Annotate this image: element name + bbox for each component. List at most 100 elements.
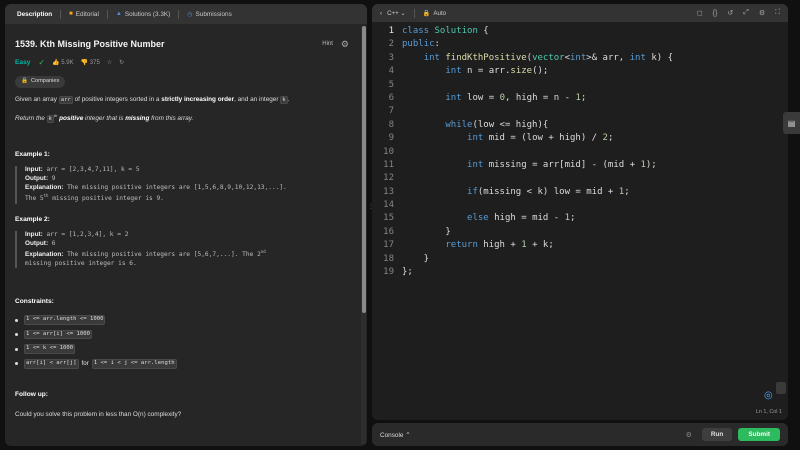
app-root: Description ■ Editorial ▲ Solutions (3.3K)… bbox=[0, 0, 800, 450]
list-item: 1 <= arr.length <= 1000 bbox=[15, 315, 349, 325]
problem-panel: Description ■ Editorial ▲ Solutions (3.3K)… bbox=[5, 4, 367, 446]
hint-area: Hint ⚙ bbox=[322, 38, 349, 50]
editor-scrollbar[interactable] bbox=[776, 382, 786, 394]
problem-title[interactable]: 1539. Kth Missing Positive Number bbox=[15, 38, 165, 50]
code-line[interactable]: 18 } bbox=[372, 254, 788, 267]
star-icon[interactable]: ☆ bbox=[107, 59, 112, 67]
line-number: 3 bbox=[388, 52, 394, 63]
list-item: 1 <= arr[i] <= 1000 bbox=[15, 329, 349, 340]
bullet bbox=[15, 333, 18, 337]
code-brackets-icon: ‹ bbox=[380, 9, 383, 17]
autosave-mode[interactable]: Auto bbox=[433, 10, 446, 17]
code-line[interactable]: 17 return high + 1 + k; bbox=[372, 240, 788, 253]
toolbar-separator bbox=[413, 8, 415, 18]
chat-icon[interactable]: ◎ bbox=[764, 390, 773, 401]
console-toggle[interactable]: Console ⌃ bbox=[380, 431, 411, 439]
code-text: else high = mid - 1; bbox=[467, 213, 576, 224]
code-line[interactable]: 8 while(low <= high){ bbox=[372, 120, 788, 133]
line-number: 4 bbox=[388, 66, 394, 77]
history-icon: ◷ bbox=[187, 11, 193, 18]
followup-heading: Follow up: bbox=[15, 390, 48, 398]
line-number: 18 bbox=[383, 253, 394, 264]
cloud-icon[interactable]: ⚙ bbox=[686, 431, 692, 439]
code-text: if(missing < k) low = mid + 1; bbox=[467, 186, 630, 197]
description-paragraph: Given an array arr of positive integers … bbox=[15, 96, 290, 104]
expand-icon[interactable]: ⤢ bbox=[743, 9, 749, 17]
code-line[interactable]: 13 if(missing < k) low = mid + 1; bbox=[372, 187, 788, 200]
code-text: int mid = (low + high) / 2; bbox=[467, 133, 614, 144]
fullscreen-icon[interactable]: ⛶ bbox=[775, 9, 780, 17]
code-line[interactable]: 3 int findKthPositive(vector<int>& arr, … bbox=[372, 53, 788, 66]
like-button[interactable]: 👍 5.9K bbox=[52, 59, 74, 67]
code-panel: ‹ C++ ⌄ 🔒 Auto ◻ {} ↺ ⤢ ⚙ ⛶ 1 class Solut… bbox=[372, 4, 788, 420]
thumbs-down-icon: 👎 bbox=[80, 59, 89, 66]
code-text: class Solution { bbox=[402, 26, 489, 36]
tab-submissions[interactable]: ◷ Submissions bbox=[179, 4, 239, 24]
thumbs-up-icon: 👍 bbox=[52, 59, 60, 66]
code-text: }; bbox=[402, 267, 413, 278]
line-number: 19 bbox=[383, 267, 394, 278]
settings-icon[interactable]: ⚙ bbox=[341, 38, 349, 50]
code-line[interactable]: 10 bbox=[372, 147, 788, 160]
line-number: 8 bbox=[388, 119, 394, 130]
code-text: return high + 1 + k; bbox=[445, 240, 554, 251]
solved-check-icon: ✓ bbox=[38, 57, 46, 67]
code-line[interactable]: 4 int n = arr.size(); bbox=[372, 66, 788, 79]
code-text: while(low <= high){ bbox=[445, 119, 549, 130]
line-number: 13 bbox=[383, 186, 394, 197]
code-line[interactable]: 16 } bbox=[372, 227, 788, 240]
list-item: arr[i] < arr[j] for 1 <= i < j <= arr.leng… bbox=[15, 359, 349, 369]
share-icon[interactable]: ↻ bbox=[119, 59, 124, 67]
code-line[interactable]: 9 int mid = (low + high) / 2; bbox=[372, 133, 788, 146]
constraints-list: 1 <= arr.length <= 1000 1 <= arr[i] <= 1… bbox=[15, 315, 349, 369]
resize-handle[interactable]: ⋮ bbox=[368, 204, 374, 210]
scrollbar-thumb[interactable] bbox=[362, 26, 366, 313]
code-text: int findKthPositive(vector<int>& arr, in… bbox=[423, 52, 673, 63]
flask-icon: ▲ bbox=[115, 11, 122, 17]
submit-button[interactable]: Submit bbox=[738, 428, 780, 441]
tab-solutions[interactable]: ▲ Solutions (3.3K) bbox=[108, 4, 178, 24]
problem-tabs: Description ■ Editorial ▲ Solutions (3.3K)… bbox=[5, 4, 367, 24]
book-icon: ■ bbox=[69, 11, 73, 17]
code-line[interactable]: 2 public: bbox=[372, 39, 788, 52]
line-number: 16 bbox=[383, 226, 394, 237]
settings-icon[interactable]: ⚙ bbox=[759, 9, 765, 17]
difficulty-badge: Easy bbox=[15, 58, 31, 66]
code-editor[interactable]: 1 class Solution {2 public: 3 int findKthPo… bbox=[372, 26, 788, 280]
code-line[interactable]: 12 bbox=[372, 173, 788, 186]
line-number: 15 bbox=[383, 213, 394, 224]
code-text: } bbox=[402, 253, 430, 264]
toolbar-right: ◻ {} ↺ ⤢ ⚙ ⛶ bbox=[687, 9, 780, 17]
code-line[interactable]: 15 else high = mid - 1; bbox=[372, 213, 788, 226]
tab-description[interactable]: Description bbox=[9, 4, 60, 24]
code-line[interactable]: 14 bbox=[372, 200, 788, 213]
tab-editorial[interactable]: ■ Editorial bbox=[61, 4, 107, 24]
line-number: 12 bbox=[383, 173, 394, 184]
language-select[interactable]: C++ bbox=[387, 10, 399, 17]
editor-toolbar: ‹ C++ ⌄ 🔒 Auto ◻ {} ↺ ⤢ ⚙ ⛶ bbox=[372, 4, 788, 22]
code-text: int n = arr.size(); bbox=[445, 66, 549, 77]
dislike-button[interactable]: 👎 375 bbox=[81, 59, 100, 67]
code-line[interactable]: 11 int missing = arr[mid] - (mid + 1); bbox=[372, 160, 788, 173]
notes-side-tab[interactable]: ▤ bbox=[783, 112, 800, 134]
lock-icon: 🔒 bbox=[21, 78, 28, 85]
companies-tag[interactable]: 🔒 Companies bbox=[15, 76, 66, 88]
action-buttons: ⚙ Run Submit bbox=[686, 428, 780, 441]
code-line[interactable]: 19}; bbox=[372, 267, 788, 280]
example-heading: Example 1: bbox=[15, 151, 50, 159]
bookmark-icon[interactable]: ◻ bbox=[697, 9, 703, 17]
code-line[interactable]: 5 bbox=[372, 80, 788, 93]
title-row: 1539. Kth Missing Positive Number Hint ⚙ bbox=[15, 32, 349, 56]
description-paragraph: Return the kth positive integer that is … bbox=[15, 112, 194, 123]
toolbar-left: ‹ C++ ⌄ 🔒 Auto bbox=[380, 8, 446, 18]
line-number: 11 bbox=[383, 159, 394, 170]
run-button[interactable]: Run bbox=[701, 428, 733, 441]
reset-icon[interactable]: ↺ bbox=[727, 9, 733, 17]
code-line[interactable]: 7 bbox=[372, 106, 788, 119]
list-item: 1 <= k <= 1000 bbox=[15, 344, 349, 354]
code-line[interactable]: 1 class Solution { bbox=[372, 26, 788, 39]
braces-icon[interactable]: {} bbox=[713, 10, 718, 17]
cursor-position: Ln 1, Col 1 bbox=[755, 409, 782, 415]
code-line[interactable]: 6 int low = 0, high = n - 1; bbox=[372, 93, 788, 106]
hint-button[interactable]: Hint bbox=[322, 40, 333, 48]
